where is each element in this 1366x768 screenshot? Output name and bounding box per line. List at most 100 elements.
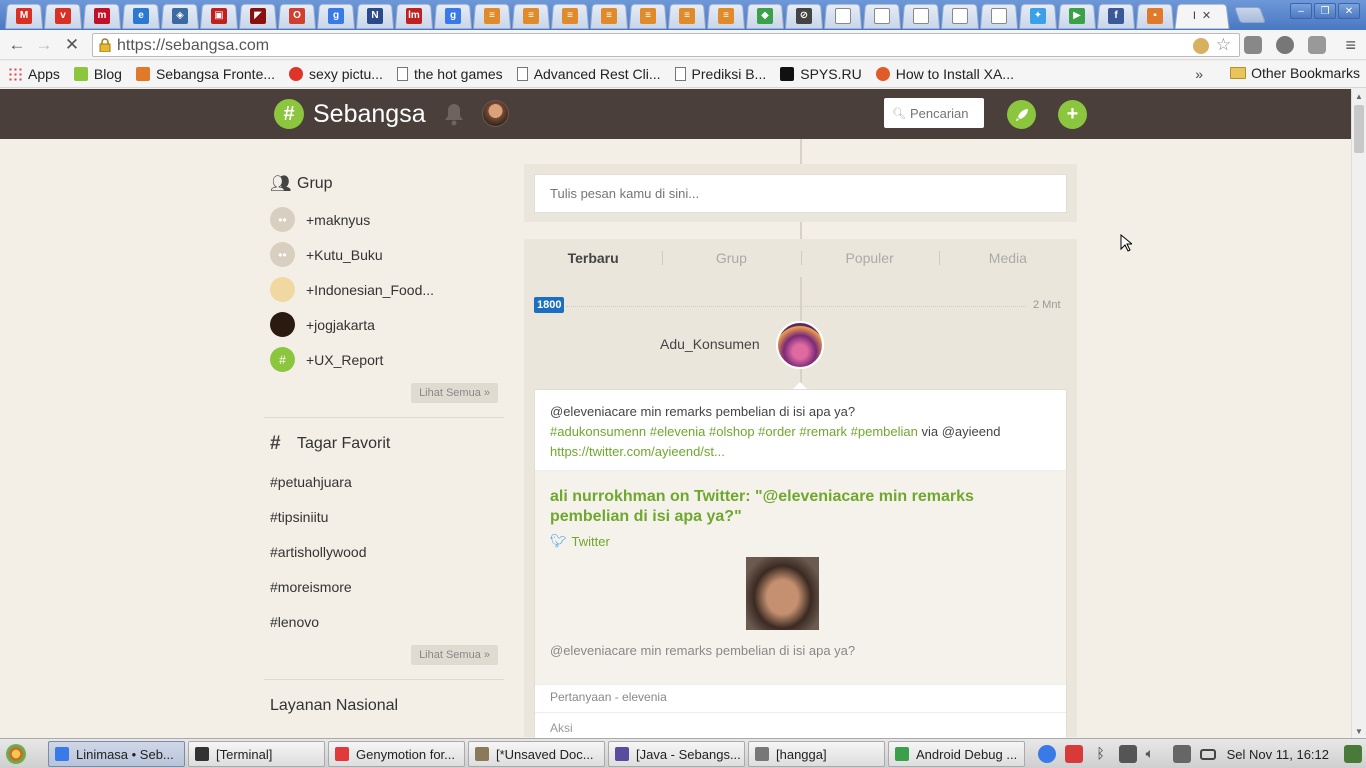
browser-tab[interactable]: [823, 3, 863, 28]
bookmark-item[interactable]: sexy pictu...: [289, 66, 383, 82]
browser-tab[interactable]: ◈: [160, 3, 200, 28]
feed-tab-populer[interactable]: Populer: [800, 239, 939, 277]
author-avatar[interactable]: [776, 321, 824, 369]
network-icon[interactable]: [1172, 745, 1191, 763]
post-actions[interactable]: Aksi: [535, 712, 1066, 740]
start-menu-icon[interactable]: [6, 744, 26, 764]
bookmark-item[interactable]: How to Install XA...: [875, 66, 1014, 82]
stop-icon[interactable]: ✕: [62, 35, 82, 55]
browser-tab[interactable]: ≡: [589, 3, 629, 28]
group-item[interactable]: •• +maknyus: [264, 202, 504, 237]
browser-tab[interactable]: O: [277, 3, 317, 28]
forward-icon[interactable]: →: [34, 35, 54, 55]
group-item[interactable]: +jogjakarta: [264, 307, 504, 342]
search-input[interactable]: [909, 105, 982, 121]
bookmark-item[interactable]: Sebangsa Fronte...: [135, 66, 275, 82]
group-item[interactable]: •• +Kutu_Buku: [264, 237, 504, 272]
taskbar-task[interactable]: Android Debug ...: [888, 741, 1025, 767]
bookmark-item[interactable]: the hot games: [396, 66, 503, 82]
browser-tab[interactable]: ▣: [199, 3, 239, 28]
page-scrollbar[interactable]: ▲ ▼: [1351, 89, 1366, 738]
minimize-icon[interactable]: –: [1290, 3, 1312, 19]
post-link[interactable]: https://twitter.com/ayieend/st...: [550, 444, 725, 459]
link-preview[interactable]: ali nurrokhman on Twitter: "@eleveniacar…: [535, 470, 1066, 684]
group-item[interactable]: +Indonesian_Food...: [264, 272, 504, 307]
address-bar[interactable]: https://sebangsa.com ☆: [92, 33, 1240, 57]
browser-tab[interactable]: ≡: [511, 3, 551, 28]
browser-tab[interactable]: ≡: [628, 3, 668, 28]
volume-icon[interactable]: 🔈︎: [1146, 745, 1164, 763]
rocket-button[interactable]: [1007, 100, 1036, 129]
group-item[interactable]: # +UX_Report: [264, 342, 504, 377]
browser-tab[interactable]: ◤: [238, 3, 278, 28]
browser-tab[interactable]: lm: [394, 3, 434, 28]
battery-icon[interactable]: [1199, 748, 1216, 760]
tag-item[interactable]: #artishollywood: [264, 534, 504, 569]
microphone-icon[interactable]: [1118, 745, 1137, 763]
browser-tab[interactable]: ⊘: [784, 3, 824, 28]
back-icon[interactable]: ←: [7, 35, 27, 55]
taskbar-task[interactable]: [Java - Sebangs...: [608, 741, 745, 767]
post-author[interactable]: Adu_Konsumen: [660, 336, 760, 352]
taskbar-task[interactable]: [hangga]: [748, 741, 885, 767]
compose-input[interactable]: [534, 174, 1067, 213]
bookmark-star-icon[interactable]: ☆: [1216, 35, 1231, 55]
browser-tab[interactable]: [862, 3, 902, 28]
chrome-tray-icon[interactable]: [1037, 745, 1056, 763]
new-tab-button[interactable]: [1234, 7, 1266, 23]
taskbar-task[interactable]: [Terminal]: [188, 741, 325, 767]
taskbar-task[interactable]: Linimasa • Seb...: [48, 741, 185, 767]
groups-see-all-button[interactable]: Lihat Semua »: [411, 383, 498, 403]
add-post-button[interactable]: +: [1058, 100, 1087, 129]
browser-tab[interactable]: M: [4, 3, 44, 28]
browser-tab[interactable]: ✦: [1018, 3, 1058, 28]
close-tab-icon[interactable]: ✕: [1202, 9, 1211, 22]
bookmark-item[interactable]: Prediksi B...: [674, 66, 766, 82]
feed-tab-media[interactable]: Media: [938, 239, 1077, 277]
desktop-icon[interactable]: [1344, 745, 1362, 763]
bookmark-item[interactable]: Apps: [8, 66, 60, 82]
post-hashtags[interactable]: #adukonsumenn #elevenia #olshop #order #…: [550, 424, 918, 439]
tag-item[interactable]: #tipsiniitu: [264, 499, 504, 534]
browser-tab[interactable]: ▪: [1135, 3, 1175, 28]
shield-icon[interactable]: [1064, 745, 1083, 763]
extension-download-icon[interactable]: [1244, 36, 1262, 54]
tag-item[interactable]: #petuahjuara: [264, 464, 504, 499]
bookmarks-overflow-icon[interactable]: »: [1195, 66, 1203, 82]
browser-tab[interactable]: [901, 3, 941, 28]
browser-tab[interactable]: ≡: [550, 3, 590, 28]
browser-tab[interactable]: g: [433, 3, 473, 28]
bookmark-item[interactable]: Blog: [73, 66, 122, 82]
link-preview-source[interactable]: 🐦︎ Twitter: [550, 533, 1051, 549]
restore-icon[interactable]: ❐: [1314, 3, 1336, 19]
tag-item[interactable]: #lenovo: [264, 604, 504, 639]
browser-tab[interactable]: N: [355, 3, 395, 28]
link-preview-title[interactable]: ali nurrokhman on Twitter: "@eleveniacar…: [550, 487, 1051, 527]
scroll-down-icon[interactable]: ▼: [1355, 727, 1363, 736]
taskbar-task[interactable]: [*Unsaved Doc...: [468, 741, 605, 767]
feed-tab-grup[interactable]: Grup: [662, 239, 800, 277]
scrollbar-thumb[interactable]: [1354, 105, 1364, 153]
browser-tab[interactable]: e: [121, 3, 161, 28]
clock[interactable]: Sel Nov 11, 16:12: [1227, 747, 1329, 762]
browser-tab[interactable]: ◆: [745, 3, 785, 28]
browser-tab[interactable]: [979, 3, 1019, 28]
browser-tab-active[interactable]: I ✕: [1174, 3, 1230, 28]
browser-tab[interactable]: f: [1096, 3, 1136, 28]
taskbar-task[interactable]: Genymotion for...: [328, 741, 465, 767]
bookmark-item[interactable]: SPYS.RU: [780, 66, 862, 82]
bookmark-item[interactable]: Advanced Rest Cli...: [516, 66, 661, 82]
user-avatar[interactable]: [482, 100, 509, 127]
other-bookmarks[interactable]: Other Bookmarks: [1230, 65, 1360, 81]
menu-icon[interactable]: ≡: [1345, 35, 1356, 56]
bluetooth-icon[interactable]: ᛒ: [1092, 745, 1110, 763]
browser-tab[interactable]: ≡: [472, 3, 512, 28]
extension-film-icon[interactable]: [1276, 36, 1294, 54]
search-box[interactable]: 🔍︎: [884, 98, 984, 128]
site-logo[interactable]: # Sebangsa: [274, 99, 426, 129]
feed-tab-terbaru[interactable]: Terbaru: [524, 239, 662, 277]
browser-tab[interactable]: ≡: [706, 3, 746, 28]
browser-tab[interactable]: ≡: [667, 3, 707, 28]
browser-tab[interactable]: ▶: [1057, 3, 1097, 28]
browser-tab[interactable]: g: [316, 3, 356, 28]
